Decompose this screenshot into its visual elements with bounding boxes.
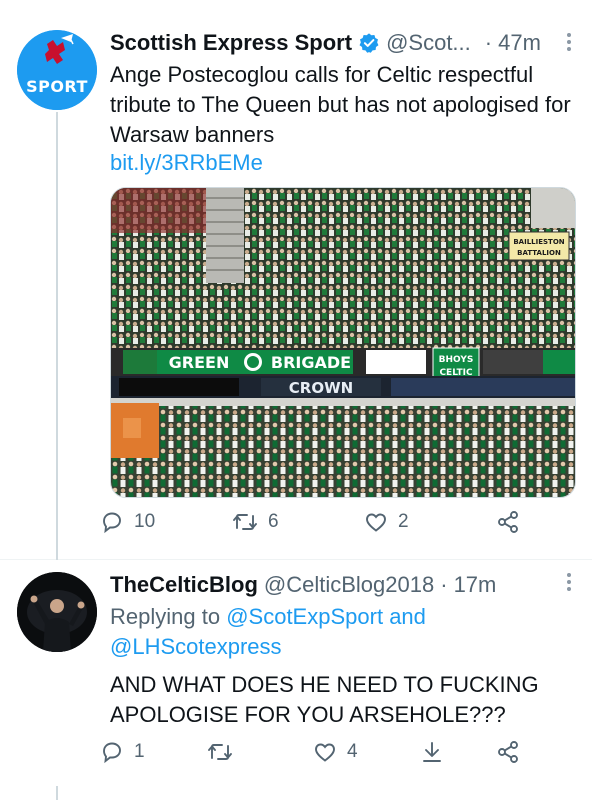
avatar-label: SPORT: [26, 77, 88, 96]
tweet-link[interactable]: bit.ly/3RRbEMe: [110, 150, 263, 176]
like-button[interactable]: 2: [364, 510, 454, 534]
reply-button[interactable]: 10: [100, 510, 190, 534]
mention-link[interactable]: @LHScotexpress: [110, 634, 282, 659]
avatar[interactable]: SPORT: [17, 30, 97, 110]
banner-battalion: BATTALION: [517, 249, 561, 257]
heart-icon: [315, 743, 335, 762]
share-button[interactable]: [496, 740, 520, 764]
more-options-icon[interactable]: [566, 32, 572, 57]
tweet-actions: 1 4: [100, 740, 520, 764]
banner-bhoys: BHOYS: [439, 355, 474, 365]
download-icon: [422, 742, 441, 762]
stadium-crowd-photo: BAILLIESTON BATTALION GREEN BRIGADE BHOY…: [111, 188, 575, 497]
handle[interactable]: @CelticBlog2018: [264, 572, 434, 598]
tweet-text: Ange Postecoglou calls for Celtic respec…: [110, 62, 571, 147]
handle[interactable]: @Scot...: [386, 30, 471, 56]
display-name[interactable]: TheCelticBlog: [110, 572, 258, 598]
separator-dot: ·: [484, 30, 493, 55]
separator-dot: ·: [440, 572, 448, 597]
avatar[interactable]: [17, 572, 97, 652]
reply-button[interactable]: 1: [100, 740, 190, 764]
download-button[interactable]: [420, 740, 480, 764]
mention-link[interactable]: @ScotExpSport: [226, 604, 383, 629]
like-count: 4: [347, 741, 358, 762]
thread-line: [56, 786, 58, 800]
tweet-actions: 10 6 2: [100, 510, 520, 534]
lion-rampant-icon: [17, 30, 97, 110]
more-options-icon[interactable]: [566, 572, 572, 597]
share-icon: [498, 741, 518, 763]
banner-crown: CROWN: [289, 379, 353, 397]
replying-to-label: Replying to: [110, 604, 221, 629]
banner-baillieston: BAILLIESTON: [513, 238, 564, 246]
banner-brigade: BRIGADE: [271, 353, 351, 372]
retweet-button[interactable]: 6: [232, 510, 322, 534]
thread-line: [56, 112, 58, 560]
like-count: 2: [398, 511, 409, 532]
banner-green: GREEN: [169, 353, 230, 372]
retweet-icon: [207, 744, 232, 760]
tweet[interactable]: SPORT Scottish Express Sport @Scot... · …: [0, 0, 592, 560]
reply-icon: [103, 742, 121, 764]
share-button[interactable]: [496, 510, 520, 534]
heart-icon: [366, 513, 386, 532]
retweet-icon: [233, 514, 257, 530]
share-icon: [498, 511, 518, 533]
tweet-text: AND WHAT DOES HE NEED TO FUCKING APOLOGI…: [110, 672, 539, 727]
reply-icon: [103, 512, 121, 534]
tweet-header: Scottish Express Sport @Scot... · 47m: [110, 30, 541, 56]
reply-count: 1: [134, 741, 145, 762]
tweet-header: TheCelticBlog @CelticBlog2018 · 17m: [110, 572, 496, 598]
display-name[interactable]: Scottish Express Sport: [110, 30, 352, 56]
verified-badge-icon: [358, 32, 380, 54]
reply-tweet[interactable]: TheCelticBlog @CelticBlog2018 · 17m Repl…: [0, 560, 592, 800]
timestamp[interactable]: 47m: [498, 30, 541, 56]
replying-to: Replying to @ScotExpSport and @LHScotexp…: [110, 602, 580, 662]
and-label: and: [389, 604, 426, 629]
man-celebrating-photo: [17, 572, 97, 652]
like-button[interactable]: 4: [313, 740, 403, 764]
timestamp[interactable]: 17m: [454, 572, 497, 598]
retweet-button[interactable]: [207, 740, 297, 764]
tweet-image[interactable]: BAILLIESTON BATTALION GREEN BRIGADE BHOY…: [110, 187, 576, 498]
reply-count: 10: [134, 511, 156, 532]
retweet-count: 6: [268, 511, 279, 532]
